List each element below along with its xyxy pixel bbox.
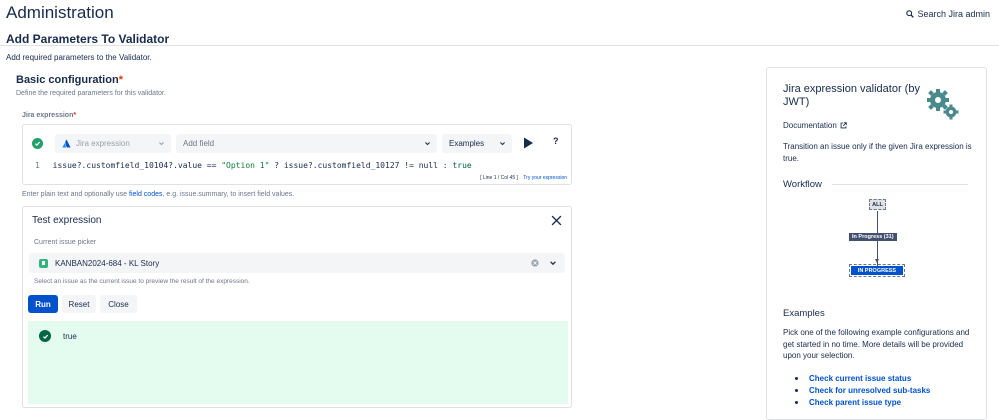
workflow-arrow-icon <box>875 259 879 263</box>
example-link[interactable]: Check current issue status <box>795 373 930 385</box>
test-result-value: true <box>63 332 77 341</box>
required-mark: * <box>73 112 77 119</box>
issue-picker-value: KANBAN2024-684 - KL Story <box>55 258 160 268</box>
run-play-icon[interactable] <box>522 137 534 149</box>
close-icon[interactable] <box>551 215 562 226</box>
expression-code: issue?.customfield_10104?.value == "Opti… <box>53 161 472 170</box>
header-divider <box>0 45 999 46</box>
run-button[interactable]: Run <box>28 295 58 313</box>
editor-toolbar: Jira expression Add field Examples ? <box>23 125 571 162</box>
examples-select[interactable]: Examples <box>442 134 512 153</box>
help-button[interactable]: ? <box>553 136 559 146</box>
code-segment: issue?.customfield_10104?.value == <box>52 161 222 170</box>
valid-check-icon <box>32 138 43 149</box>
chevron-down-icon <box>425 142 430 146</box>
hint-text: , e.g. issue.summary, to insert field va… <box>162 191 295 198</box>
language-select-value: Jira expression <box>76 139 130 148</box>
test-expression-title: Test expression <box>32 215 102 226</box>
language-select[interactable]: Jira expression <box>55 134 171 153</box>
code-keyword: true <box>452 161 472 170</box>
example-link[interactable]: Check for unresolved sub-tasks <box>795 385 930 397</box>
try-expression-link[interactable]: Try your expression <box>523 175 567 181</box>
validator-info-sidebar: Jira expression validator (by JWT) Docum… <box>766 67 987 420</box>
workflow-from-status: ALL <box>869 199 886 210</box>
basic-config-title: Basic configuration* <box>16 74 123 86</box>
documentation-link[interactable]: Documentation <box>783 121 847 130</box>
success-check-icon <box>39 330 51 342</box>
test-result: true <box>28 321 568 404</box>
hint-text: Enter plain text and optionally use <box>22 191 130 198</box>
page-title: Administration <box>6 3 114 22</box>
workflow-transition: In Progress (31) <box>849 233 897 241</box>
chevron-down-icon <box>159 142 164 146</box>
workflow-to-status-label: IN PROGRESS <box>851 266 903 275</box>
issue-picker-hint: Select an issue as the current issue to … <box>34 278 250 285</box>
reset-button[interactable]: Reset <box>62 295 96 313</box>
page-description: Add required parameters to the Validator… <box>6 53 152 62</box>
issue-picker[interactable]: KANBAN2024-684 - KL Story <box>29 253 565 273</box>
field-codes-link[interactable]: field codes <box>129 191 162 198</box>
editor-status: [ Line 1 / Col 45 ] Try your expression <box>480 175 567 181</box>
add-field-placeholder: Add field <box>183 139 215 148</box>
clear-icon[interactable] <box>531 259 539 267</box>
workflow-divider <box>832 184 968 185</box>
workflow-heading: Workflow <box>783 179 822 190</box>
field-codes-hint: Enter plain text and optionally use fiel… <box>22 191 294 198</box>
code-segment: ? issue?.customfield_10127 != null : <box>269 161 453 170</box>
cursor-position: [ Line 1 / Col 45 ] <box>480 175 518 181</box>
chevron-down-icon[interactable] <box>549 259 557 267</box>
search-jira-admin-link[interactable]: Search Jira admin <box>906 9 990 19</box>
sidebar-title: Jira expression validator (by JWT) <box>783 83 920 108</box>
issue-picker-label: Current issue picker <box>34 239 97 246</box>
gears-icon <box>927 89 959 120</box>
examples-list: Check current issue status Check for unr… <box>795 373 930 409</box>
documentation-label: Documentation <box>783 121 837 130</box>
chevron-down-icon <box>500 142 505 146</box>
page-subtitle: Add Parameters To Validator <box>6 32 170 46</box>
workflow-diagram: ALL In Progress (31) IN PROGRESS <box>767 196 988 286</box>
add-field-select[interactable]: Add field <box>176 134 437 153</box>
story-icon <box>39 258 48 268</box>
test-expression-panel: Test expression Current issue picker KAN… <box>22 206 572 408</box>
search-label: Search Jira admin <box>917 9 990 19</box>
basic-config-description: Define the required parameters for this … <box>16 90 166 97</box>
line-number: 1 <box>35 161 40 170</box>
code-string: "Option 1" <box>221 161 270 170</box>
examples-heading: Examples <box>783 308 825 319</box>
atlassian-icon <box>62 139 71 148</box>
search-icon <box>906 10 915 18</box>
code-line[interactable]: 1 issue?.customfield_10104?.value == "Op… <box>35 161 472 170</box>
basic-config-title-text: Basic configuration <box>16 74 119 86</box>
required-mark: * <box>118 74 123 86</box>
sidebar-description: Transition an issue only if the given Ji… <box>783 142 972 163</box>
jira-expression-label-text: Jira expression <box>22 112 74 119</box>
examples-select-label: Examples <box>449 139 485 148</box>
jira-expression-label: Jira expression* <box>22 112 76 119</box>
workflow-to-status: IN PROGRESS <box>849 264 905 277</box>
external-link-icon <box>840 122 847 129</box>
expression-editor[interactable]: Jira expression Add field Examples ? 1 i… <box>22 124 572 185</box>
example-link[interactable]: Check parent issue type <box>795 397 930 409</box>
examples-description: Pick one of the following example config… <box>783 328 970 360</box>
close-button[interactable]: Close <box>100 295 137 313</box>
